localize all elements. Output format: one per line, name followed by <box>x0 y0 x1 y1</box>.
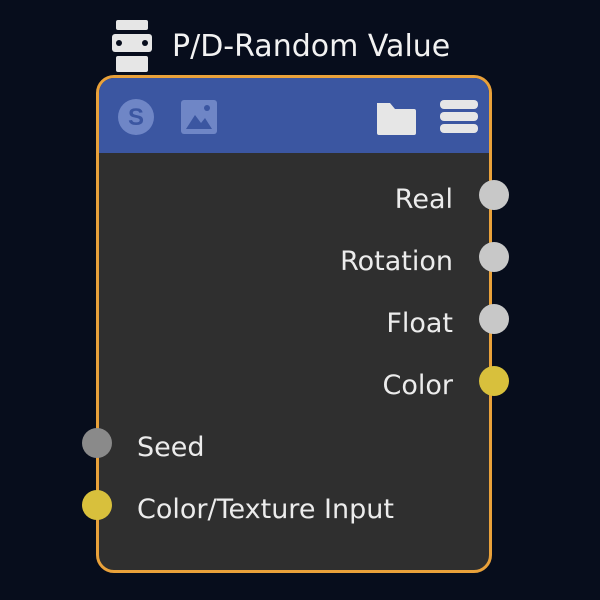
node-title-bar: P/D-Random Value <box>110 14 450 78</box>
node-type-icon <box>110 20 154 72</box>
image-icon[interactable] <box>179 97 219 141</box>
folder-icon[interactable] <box>375 97 417 141</box>
svg-text:S: S <box>128 104 144 131</box>
random-value-node[interactable]: S Real Rotation Float Color Seed Color/T… <box>96 75 492 573</box>
output-port-float[interactable] <box>479 304 509 334</box>
port-label: Seed <box>137 431 205 463</box>
input-port-seed[interactable] <box>82 428 112 458</box>
port-label: Float <box>386 307 453 339</box>
output-row-float: Float <box>386 303 453 343</box>
output-row-real: Real <box>395 179 453 219</box>
port-label: Color <box>382 369 454 401</box>
output-port-real[interactable] <box>479 180 509 210</box>
output-port-color[interactable] <box>479 366 509 396</box>
output-row-rotation: Rotation <box>340 241 453 281</box>
input-port-color-texture[interactable] <box>82 490 112 520</box>
port-label: Color/Texture Input <box>137 493 394 525</box>
menu-icon[interactable] <box>439 97 479 141</box>
node-title: P/D-Random Value <box>172 28 451 64</box>
node-header[interactable]: S <box>99 78 489 153</box>
output-port-rotation[interactable] <box>479 242 509 272</box>
port-label: Rotation <box>340 245 453 277</box>
port-label: Real <box>394 183 453 215</box>
input-row-seed: Seed <box>137 427 205 467</box>
input-row-color-texture: Color/Texture Input <box>137 489 394 529</box>
output-row-color: Color <box>383 365 454 405</box>
s-circle-icon[interactable]: S <box>116 97 156 141</box>
